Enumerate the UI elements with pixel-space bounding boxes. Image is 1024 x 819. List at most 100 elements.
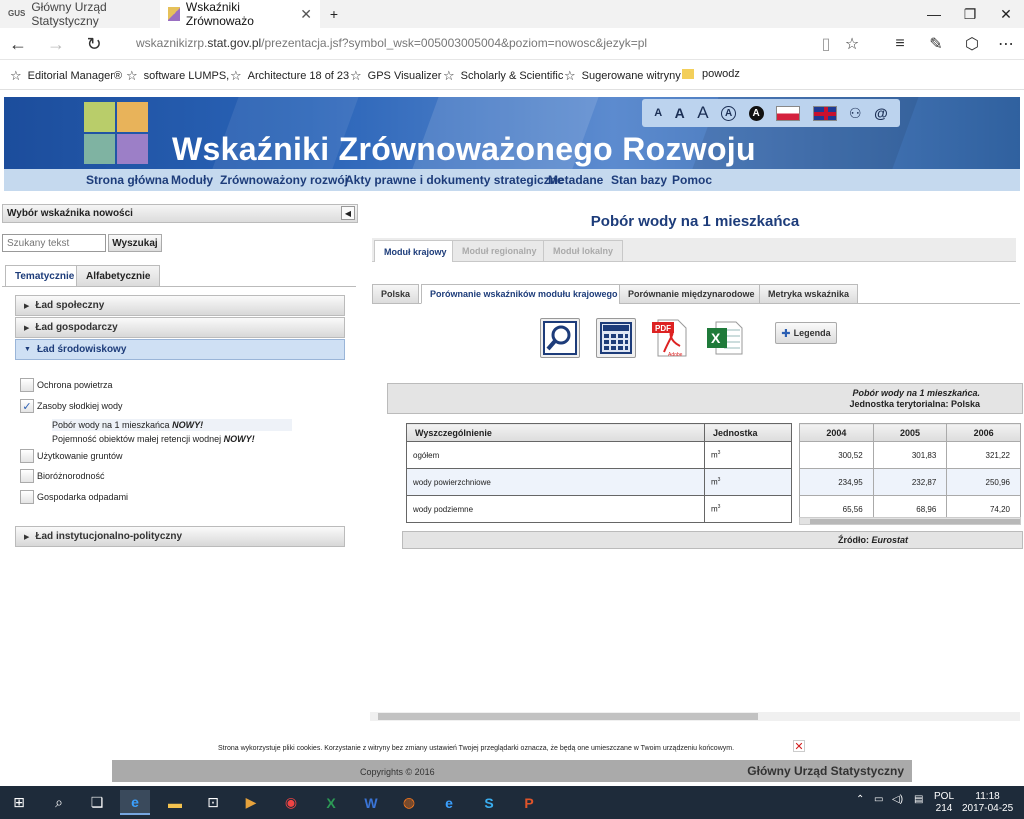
collapse-panel-button[interactable]: ◀ (341, 206, 355, 220)
url-field[interactable]: wskaznikizrp.stat.gov.pl/prezentacja.jsf… (136, 36, 647, 50)
firefox-icon[interactable]: ◍ (394, 790, 424, 815)
uk-flag-icon[interactable] (812, 105, 837, 121)
windows-start-icon[interactable]: ⊞ (4, 790, 34, 815)
nav-legal-acts[interactable]: Akty prawne i dokumenty strategiczne (345, 173, 564, 187)
favorite-item[interactable]: ☆ Scholarly & Scientific (443, 68, 563, 84)
checkbox[interactable] (20, 449, 34, 463)
contrast-dark-button[interactable]: A (748, 105, 764, 121)
excel-taskbar-icon[interactable]: X (316, 790, 346, 815)
favorite-item[interactable]: ☆ Architecture 18 of 23 (230, 68, 349, 84)
skype-icon[interactable]: S (474, 790, 504, 815)
polish-flag-icon[interactable] (776, 105, 801, 121)
nav-modules[interactable]: Moduły (171, 173, 213, 187)
indicator-link-water-intake[interactable]: Pobór wody na 1 mieszkańca NOWY! (52, 419, 292, 431)
tab-national-module[interactable]: Moduł krajowy (374, 240, 457, 262)
reading-view-icon[interactable]: ▯ (812, 32, 840, 56)
checkbox-land-use[interactable]: Użytkowanie gruntów (20, 448, 123, 464)
powerpoint-taskbar-icon[interactable]: P (514, 790, 544, 815)
checkbox-checked[interactable]: ✓ (20, 399, 34, 413)
file-explorer-icon[interactable]: ▬ (160, 790, 190, 815)
font-small-button[interactable]: A (654, 107, 662, 119)
group-economic[interactable]: ▶ Ład gospodarczy (15, 317, 345, 338)
close-window-button[interactable]: ✕ (988, 0, 1024, 28)
group-institutional[interactable]: ▶ Ład instytucjonalno-polityczny (15, 526, 345, 547)
group-label: Ład środowiskowy (36, 344, 127, 355)
new-tab-button[interactable]: + (316, 0, 352, 28)
font-medium-button[interactable]: A (675, 105, 685, 121)
tab-thematic[interactable]: Tematycznie (5, 265, 85, 287)
checkbox-freshwater[interactable]: ✓ Zasoby słodkiej wody (20, 398, 123, 414)
word-taskbar-icon[interactable]: W (356, 790, 386, 815)
browser-tab-wskazniki[interactable]: Wskaźniki Zrównoważo ✕ (160, 0, 320, 28)
favorite-item[interactable]: ☆ Editorial Manager® (10, 68, 122, 84)
site-logo[interactable] (84, 102, 148, 164)
refresh-button[interactable]: ↻ (80, 32, 108, 56)
checkbox-waste[interactable]: Gospodarka odpadami (20, 489, 128, 505)
close-tab-icon[interactable]: ✕ (300, 6, 312, 23)
legend-button[interactable]: ✚ Legenda (775, 322, 837, 344)
store-icon[interactable]: ⊡ (198, 790, 228, 815)
minimize-button[interactable]: — (916, 0, 952, 28)
sitemap-icon[interactable]: ⚇ (849, 105, 862, 122)
nav-home[interactable]: Strona główna (86, 173, 169, 187)
scrollbar-thumb[interactable] (378, 713, 758, 720)
group-environmental[interactable]: ▼ Ład środowiskowy (15, 339, 345, 360)
contact-at-icon[interactable]: @ (874, 105, 888, 121)
maximize-button[interactable]: ❐ (952, 0, 988, 28)
chrome-icon[interactable]: ◉ (276, 790, 306, 815)
favorite-star-icon[interactable]: ☆ (838, 32, 866, 56)
close-cookie-icon[interactable]: ✕ (793, 740, 805, 753)
tray-chevron-icon[interactable]: ⌃ (856, 794, 864, 805)
excel-icon[interactable]: X (704, 318, 744, 358)
share-icon[interactable]: ⬡ (958, 32, 986, 56)
notification-icon[interactable]: ▤ (914, 794, 923, 805)
back-button[interactable]: ← (4, 32, 32, 56)
task-view-icon[interactable]: ❏ (82, 790, 112, 815)
contrast-outline-button[interactable]: A (721, 105, 737, 121)
checkbox[interactable] (20, 378, 34, 392)
hub-icon[interactable]: ≡ (886, 32, 914, 56)
favorite-item[interactable]: ☆ Sugerowane witryny (564, 68, 681, 84)
forward-button[interactable]: → (42, 32, 70, 56)
more-icon[interactable]: ⋯ (992, 32, 1020, 56)
nav-sustainable[interactable]: Zrównoważony rozwój (220, 173, 348, 187)
tab-alphabetic[interactable]: Alfabetycznie (76, 265, 161, 287)
web-note-icon[interactable]: ✎ (922, 32, 950, 56)
tab-poland[interactable]: Polska (372, 284, 420, 304)
favorite-folder[interactable]: powodz (682, 68, 740, 80)
nav-db-status[interactable]: Stan bazy (611, 173, 667, 187)
taskbar-clock[interactable]: 11:18 2017-04-25 (962, 791, 1013, 815)
tab-regional-module[interactable]: Moduł regionalny (452, 240, 547, 262)
edge-icon[interactable]: e (120, 790, 150, 815)
media-player-icon[interactable]: ▶ (236, 790, 266, 815)
group-social[interactable]: ▶ Ład społeczny (15, 295, 345, 316)
scrollbar-thumb[interactable] (810, 519, 1020, 524)
language-indicator[interactable]: POL 214 (934, 791, 954, 815)
nav-metadata[interactable]: Metadane (548, 173, 603, 187)
page-horizontal-scrollbar[interactable] (370, 712, 1020, 721)
favorite-item[interactable]: ☆ software LUMPS, (126, 68, 229, 84)
search-icon[interactable]: ⌕ (44, 790, 74, 815)
tab-local-module[interactable]: Moduł lokalny (543, 240, 624, 262)
tab-national-comparison[interactable]: Porównanie wskaźników modułu krajowego (421, 284, 627, 304)
nav-help[interactable]: Pomoc (672, 173, 712, 187)
calculator-icon[interactable] (596, 318, 636, 358)
checkbox-biodiversity[interactable]: Bioróżnorodność (20, 468, 105, 484)
internet-explorer-icon[interactable]: e (434, 790, 464, 815)
network-icon[interactable]: ▭ (874, 794, 883, 805)
search-input[interactable] (2, 234, 106, 252)
indicator-link-retention[interactable]: Pojemność obiektów małej retencji wodnej… (52, 434, 255, 444)
checkbox[interactable] (20, 469, 34, 483)
pdf-icon[interactable]: PDF Adobe (650, 318, 690, 358)
favorite-item[interactable]: ☆ GPS Visualizer (350, 68, 441, 84)
checkbox-air-protection[interactable]: Ochrona powietrza (20, 377, 113, 393)
font-large-button[interactable]: A (697, 103, 708, 123)
magnifier-icon[interactable] (540, 318, 580, 358)
checkbox[interactable] (20, 490, 34, 504)
table-horizontal-scrollbar[interactable] (799, 517, 1021, 525)
volume-icon[interactable]: ◁) (892, 794, 903, 805)
search-button[interactable]: Wyszukaj (108, 234, 162, 252)
tab-international-comparison[interactable]: Porównanie międzynarodowe (619, 284, 764, 304)
tab-indicator-metrics[interactable]: Metryka wskaźnika (759, 284, 859, 304)
browser-tab-gus[interactable]: GUS Główny Urząd Statystyczny (0, 0, 160, 28)
